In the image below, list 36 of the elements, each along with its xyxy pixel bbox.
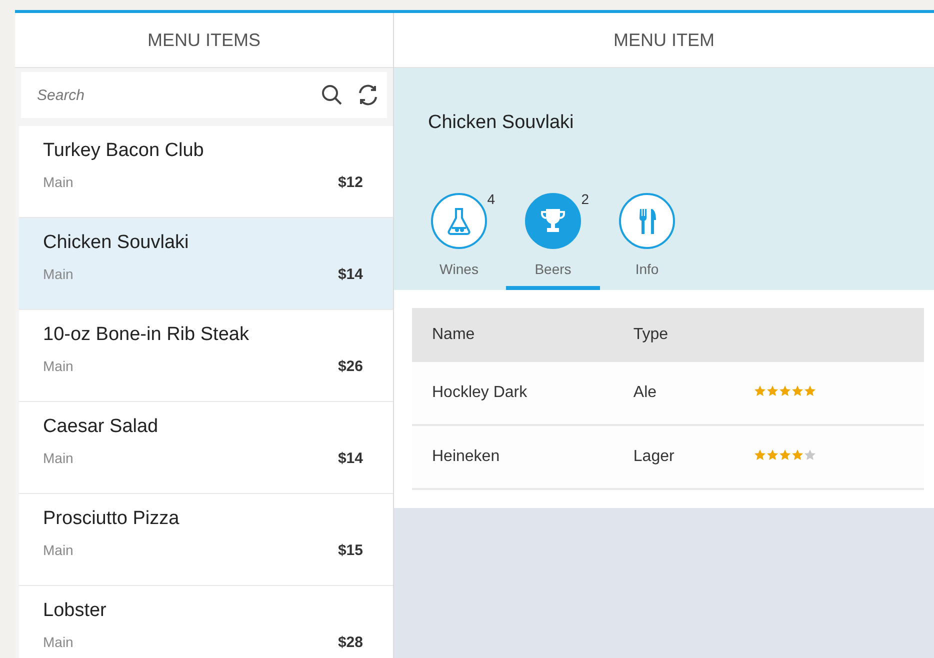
item-name: Chicken Souvlaki <box>43 232 190 254</box>
table-cell: Heineken <box>412 425 614 489</box>
search-icon[interactable] <box>321 84 343 106</box>
item-category: Main <box>43 634 74 651</box>
table-cell: Ale <box>613 362 734 425</box>
item-name: Lobster <box>43 600 108 622</box>
refresh-icon[interactable] <box>357 84 379 106</box>
table-cell: Lager <box>613 425 734 489</box>
table-cell: Hockley Dark <box>412 362 614 425</box>
tab-count: 4 <box>487 191 495 207</box>
item-category: Main <box>43 542 74 559</box>
search-field[interactable]: Search <box>35 86 307 104</box>
menu-list-item[interactable]: Chicken Souvlaki Main $14 <box>19 218 393 310</box>
item-category: Main <box>43 174 74 191</box>
search-bar[interactable]: Search <box>21 72 387 118</box>
icon-tab[interactable]: Info <box>600 193 694 290</box>
column-header: Name <box>412 308 614 362</box>
icon-tab[interactable]: 4 Wines <box>412 193 506 290</box>
item-name: 10-oz Bone-in Rib Steak <box>43 324 250 346</box>
tab-count: 2 <box>581 191 589 207</box>
item-price: $26 <box>338 358 363 375</box>
item-price: $12 <box>338 174 363 191</box>
item-category: Main <box>43 358 74 375</box>
item-price: $28 <box>338 634 363 651</box>
item-price: $14 <box>338 266 363 283</box>
column-header: Type <box>613 308 734 362</box>
item-price: $15 <box>338 542 363 559</box>
item-category: Main <box>43 450 74 467</box>
item-category: Main <box>43 266 74 283</box>
item-name: Turkey Bacon Club <box>43 140 205 162</box>
item-title: Chicken Souvlaki <box>427 111 575 135</box>
panel-title: MENU ITEMS <box>15 13 393 68</box>
panel-title: MENU ITEM <box>394 13 934 68</box>
item-name: Caesar Salad <box>43 416 160 438</box>
item-name: Prosciutto Pizza <box>43 508 180 530</box>
item-price: $14 <box>338 450 363 467</box>
